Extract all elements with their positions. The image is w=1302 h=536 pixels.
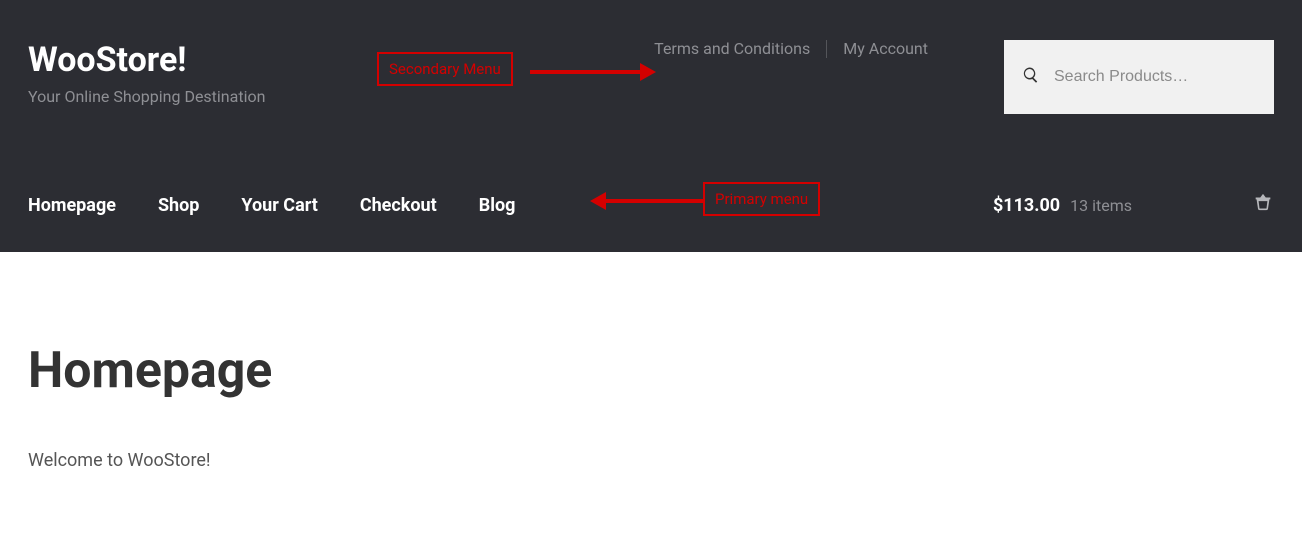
page-content: Homepage Welcome to WooStore! bbox=[0, 252, 1302, 511]
annotation-arrow-secondary bbox=[530, 70, 640, 74]
brand-block: WooStore! Your Online Shopping Destinati… bbox=[28, 40, 265, 106]
site-title[interactable]: WooStore! bbox=[28, 40, 265, 81]
secondary-link-terms[interactable]: Terms and Conditions bbox=[638, 41, 826, 57]
search-input[interactable] bbox=[1054, 68, 1256, 86]
primary-link-homepage[interactable]: Homepage bbox=[28, 195, 116, 216]
header-nav-row: Homepage Shop Your Cart Checkout Blog Pr… bbox=[0, 164, 1302, 252]
cart-summary[interactable]: $113.00 13 items bbox=[993, 192, 1274, 218]
header-top-row: WooStore! Your Online Shopping Destinati… bbox=[0, 0, 1302, 164]
search-icon bbox=[1022, 66, 1040, 88]
annotation-arrowhead-primary bbox=[590, 192, 606, 210]
cart-item-count: 13 items bbox=[1070, 196, 1132, 215]
page-welcome-text: Welcome to WooStore! bbox=[28, 450, 1274, 471]
primary-link-checkout[interactable]: Checkout bbox=[360, 195, 437, 216]
secondary-link-account[interactable]: My Account bbox=[827, 41, 944, 57]
secondary-menu: Terms and Conditions My Account bbox=[638, 40, 944, 58]
page-title: Homepage bbox=[28, 342, 1274, 400]
cart-total: $113.00 bbox=[993, 195, 1060, 216]
annotation-arrowhead-secondary bbox=[640, 63, 656, 81]
primary-menu: Homepage Shop Your Cart Checkout Blog bbox=[28, 195, 515, 216]
primary-link-shop[interactable]: Shop bbox=[158, 195, 199, 216]
annotation-secondary-menu: Secondary Menu bbox=[377, 52, 513, 86]
site-tagline: Your Online Shopping Destination bbox=[28, 87, 265, 106]
site-header: WooStore! Your Online Shopping Destinati… bbox=[0, 0, 1302, 252]
primary-link-blog[interactable]: Blog bbox=[479, 195, 516, 216]
basket-icon bbox=[1252, 192, 1274, 218]
annotation-primary-menu: Primary menu bbox=[703, 182, 820, 216]
search-box[interactable] bbox=[1004, 40, 1274, 114]
primary-link-cart[interactable]: Your Cart bbox=[241, 195, 317, 216]
annotation-arrow-primary bbox=[606, 199, 703, 203]
